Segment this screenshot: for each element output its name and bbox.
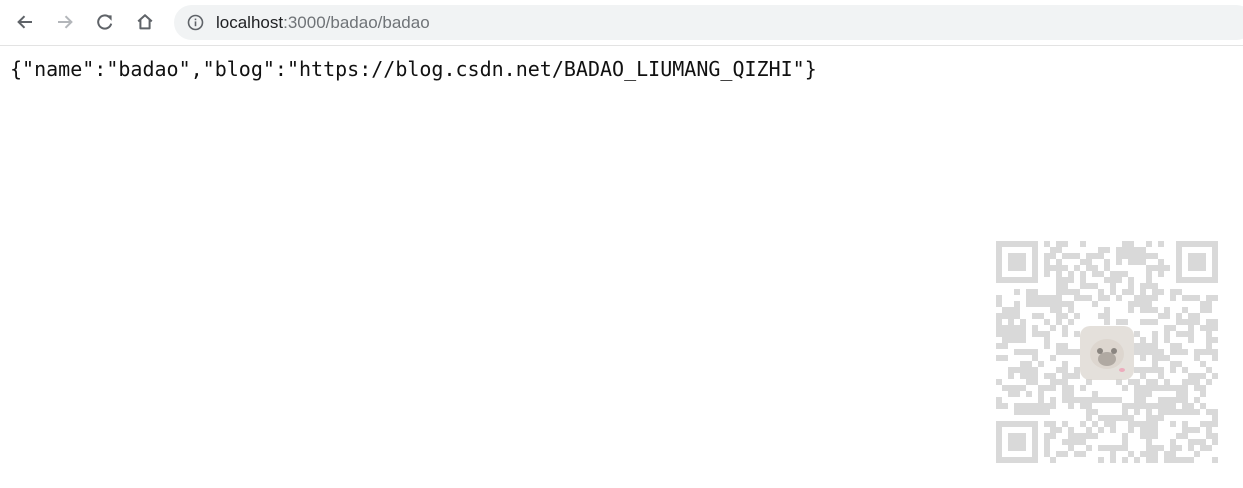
url-path: :3000/badao/badao xyxy=(283,13,430,32)
reload-button[interactable] xyxy=(91,8,119,36)
url-host: localhost xyxy=(216,13,284,32)
browser-toolbar: localhost:3000/badao/badao xyxy=(0,0,1243,46)
back-button[interactable] xyxy=(11,8,39,36)
address-bar[interactable]: localhost:3000/badao/badao xyxy=(174,5,1243,40)
forward-button[interactable] xyxy=(51,8,79,36)
url-text[interactable]: localhost:3000/badao/badao xyxy=(216,5,430,40)
info-circle-icon[interactable] xyxy=(187,14,204,31)
reload-icon xyxy=(97,14,113,30)
home-icon xyxy=(137,14,153,30)
arrow-right-icon xyxy=(58,15,73,29)
json-response-text: {"name":"badao","blog":"https://blog.csd… xyxy=(10,57,817,81)
qr-avatar-image xyxy=(1080,326,1134,380)
arrow-left-icon xyxy=(17,15,32,29)
pug-icon xyxy=(1090,339,1125,372)
home-button[interactable] xyxy=(131,8,159,36)
